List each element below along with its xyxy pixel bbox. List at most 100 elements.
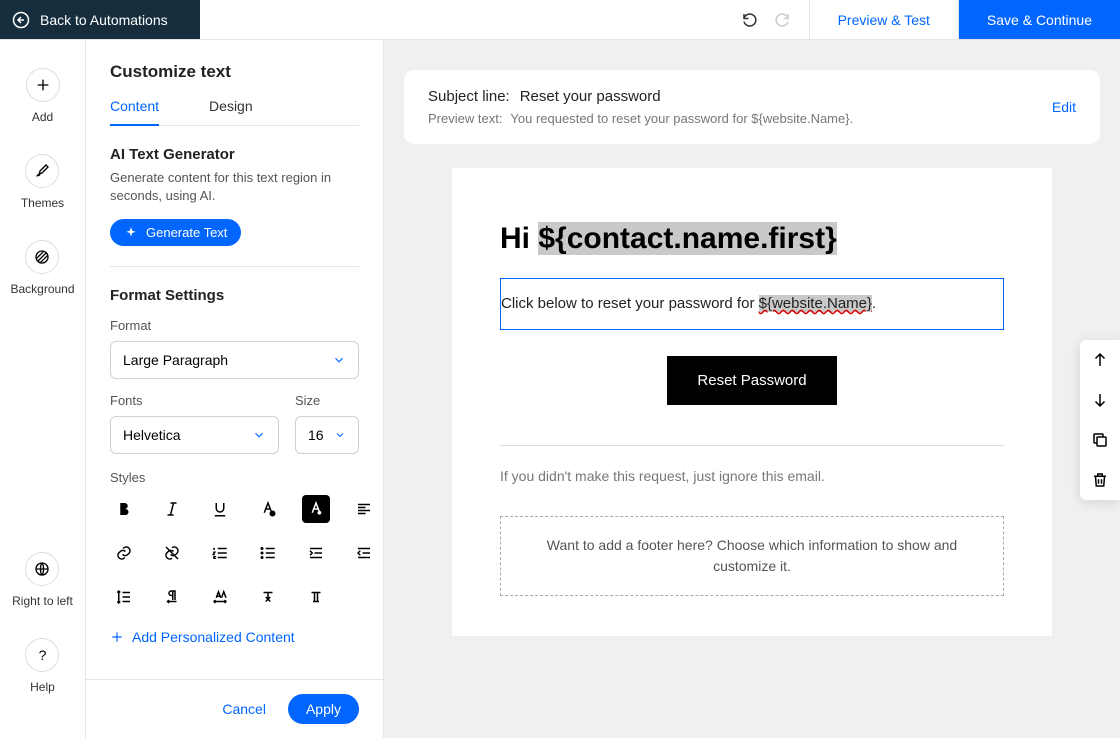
bold-button[interactable]: [110, 495, 138, 523]
subject-label: Subject line:: [428, 88, 510, 105]
fonts-select[interactable]: Helvetica: [110, 416, 279, 454]
underline-button[interactable]: [206, 495, 234, 523]
unordered-list-button[interactable]: [254, 539, 282, 567]
arrow-left-icon: [12, 11, 30, 29]
back-label: Back to Automations: [40, 12, 168, 28]
styles-label: Styles: [110, 470, 359, 485]
arrow-up-icon: [1091, 351, 1109, 369]
line-height-icon: [115, 588, 133, 606]
preview-text-label: Preview text:: [428, 111, 502, 126]
unordered-list-icon: [259, 544, 277, 562]
question-icon: ?: [39, 647, 47, 663]
italic-icon: [163, 500, 181, 518]
footer-placeholder[interactable]: Want to add a footer here? Choose which …: [500, 516, 1004, 596]
plus-icon: [110, 630, 124, 644]
move-down-button[interactable]: [1080, 380, 1120, 420]
align-left-icon: [355, 500, 373, 518]
selected-text-block[interactable]: Click below to reset your password for $…: [500, 278, 1004, 330]
website-name-variable: ${website.Name}: [759, 295, 872, 312]
preview-and-test-button[interactable]: Preview & Test: [810, 0, 959, 39]
highlight-icon: [307, 500, 325, 518]
chevron-down-icon: [334, 429, 346, 441]
contact-first-name-variable: ${contact.name.first}: [538, 222, 836, 255]
rail-help[interactable]: ? Help: [25, 638, 59, 694]
email-heading[interactable]: Hi ${contact.name.first}: [500, 222, 1004, 256]
undo-icon: [741, 11, 759, 29]
copy-icon: [1091, 431, 1109, 449]
rail-background[interactable]: Background: [10, 240, 74, 296]
move-up-button[interactable]: [1080, 340, 1120, 380]
rail-rtl[interactable]: Right to left: [12, 552, 73, 608]
letter-spacing-button[interactable]: [206, 583, 234, 611]
unlink-button[interactable]: [158, 539, 186, 567]
outdent-button[interactable]: [350, 539, 378, 567]
ordered-list-button[interactable]: [206, 539, 234, 567]
chevron-down-icon: [332, 353, 346, 367]
clear-format-icon: [259, 588, 277, 606]
ai-heading: AI Text Generator: [110, 146, 359, 163]
text-color-icon: [259, 500, 277, 518]
format-select[interactable]: Large Paragraph: [110, 341, 359, 379]
plus-icon: [35, 77, 51, 93]
save-and-continue-button[interactable]: Save & Continue: [959, 0, 1120, 39]
bold-icon: [115, 500, 133, 518]
left-rail: Add Themes Background Right to left ? He…: [0, 40, 86, 738]
topbar: Back to Automations Preview & Test Save …: [0, 0, 1120, 40]
arrow-down-icon: [1091, 391, 1109, 409]
redo-button[interactable]: [773, 11, 791, 29]
reset-password-button[interactable]: Reset Password: [667, 356, 836, 405]
rail-rtl-label: Right to left: [12, 594, 73, 608]
email-divider: [500, 445, 1004, 446]
indent-button[interactable]: [302, 539, 330, 567]
format-label: Format: [110, 318, 359, 333]
subject-card: Subject line: Reset your password Previe…: [404, 70, 1100, 144]
generate-text-button[interactable]: Generate Text: [110, 219, 241, 246]
preview-text-value: You requested to reset your password for…: [510, 111, 853, 126]
hatch-icon: [34, 249, 50, 265]
canvas: Subject line: Reset your password Previe…: [384, 40, 1120, 738]
brush-icon: [34, 163, 50, 179]
email-body[interactable]: Hi ${contact.name.first} Click below to …: [452, 168, 1052, 636]
format-heading: Format Settings: [110, 287, 359, 304]
rail-themes-label: Themes: [21, 196, 64, 210]
rail-background-label: Background: [10, 282, 74, 296]
highlight-button[interactable]: [302, 495, 330, 523]
line-height-button[interactable]: [110, 583, 138, 611]
delete-button[interactable]: [1080, 460, 1120, 500]
edit-subject-button[interactable]: Edit: [1052, 99, 1076, 115]
letter-spacing-icon: [211, 588, 229, 606]
chevron-down-icon: [252, 428, 266, 442]
tab-content[interactable]: Content: [110, 98, 159, 126]
customize-panel: Customize text Content Design AI Text Ge…: [86, 40, 384, 738]
link-button[interactable]: [110, 539, 138, 567]
cancel-button[interactable]: Cancel: [222, 701, 266, 717]
align-button[interactable]: [350, 495, 378, 523]
duplicate-button[interactable]: [1080, 420, 1120, 460]
indent-icon: [307, 544, 325, 562]
rail-themes[interactable]: Themes: [21, 154, 64, 210]
size-select[interactable]: 16: [295, 416, 359, 454]
back-to-automations-button[interactable]: Back to Automations: [0, 0, 200, 39]
add-personalized-content-button[interactable]: Add Personalized Content: [110, 629, 359, 645]
tab-design[interactable]: Design: [209, 98, 253, 125]
rail-add[interactable]: Add: [26, 68, 60, 124]
italic-button[interactable]: [158, 495, 186, 523]
heading-icon: [307, 588, 325, 606]
size-label: Size: [295, 393, 359, 408]
rail-help-label: Help: [30, 680, 55, 694]
globe-icon: [34, 561, 50, 577]
clear-format-button[interactable]: [254, 583, 282, 611]
undo-button[interactable]: [741, 11, 759, 29]
heading-style-button[interactable]: [302, 583, 330, 611]
ignore-text[interactable]: If you didn't make this request, just ig…: [500, 468, 1004, 484]
apply-button[interactable]: Apply: [288, 694, 359, 724]
text-direction-button[interactable]: [158, 583, 186, 611]
underline-icon: [211, 500, 229, 518]
unlink-icon: [163, 544, 181, 562]
trash-icon: [1091, 471, 1109, 489]
fonts-label: Fonts: [110, 393, 279, 408]
block-tools: [1080, 340, 1120, 500]
link-icon: [115, 544, 133, 562]
rail-add-label: Add: [32, 110, 53, 124]
text-color-button[interactable]: [254, 495, 282, 523]
